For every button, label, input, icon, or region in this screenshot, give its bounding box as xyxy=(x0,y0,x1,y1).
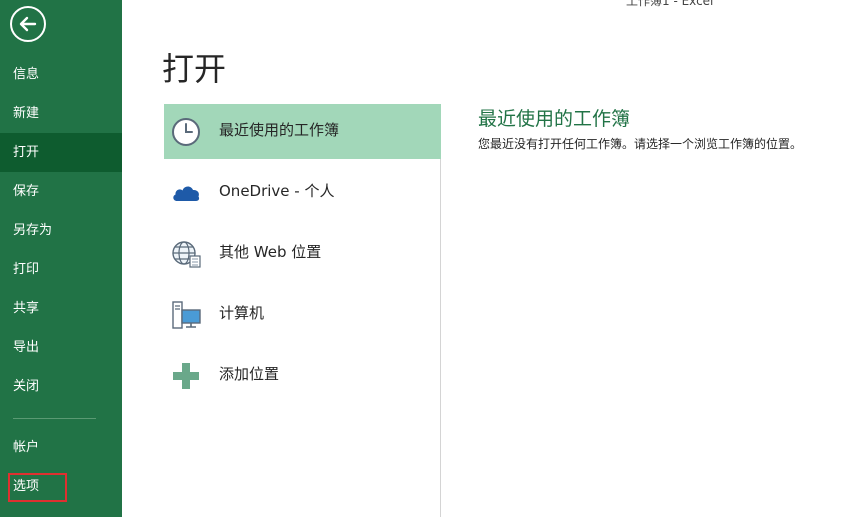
place-other-web-locations[interactable]: 其他 Web 位置 xyxy=(164,226,441,281)
sidebar-divider xyxy=(13,418,96,419)
place-label: 最近使用的工作簿 xyxy=(219,121,340,139)
place-computer[interactable]: 计算机 xyxy=(164,287,441,342)
nav-item-close[interactable]: 关闭 xyxy=(0,367,122,406)
nav-item-print[interactable]: 打印 xyxy=(0,250,122,289)
nav-item-new[interactable]: 新建 xyxy=(0,94,122,133)
place-label: OneDrive - 个人 xyxy=(219,182,335,200)
recent-workbooks-heading: 最近使用的工作簿 xyxy=(478,108,631,130)
nav-item-account[interactable]: 帐户 xyxy=(0,428,122,467)
place-recent-workbooks[interactable]: 最近使用的工作簿 xyxy=(164,104,441,159)
nav-item-export[interactable]: 导出 xyxy=(0,328,122,367)
globe-icon xyxy=(172,241,201,268)
page-title: 打开 xyxy=(162,50,227,88)
clock-icon xyxy=(172,118,200,146)
nav-item-open[interactable]: 打开 xyxy=(0,133,122,172)
nav-item-save-as[interactable]: 另存为 xyxy=(0,211,122,250)
cloud-icon xyxy=(173,186,200,201)
place-add-location[interactable]: 添加位置 xyxy=(164,348,441,403)
back-button[interactable] xyxy=(10,6,46,42)
place-onedrive[interactable]: OneDrive - 个人 xyxy=(164,165,441,220)
backstage-sidebar: 信息 新建 打开 保存 另存为 打印 共享 导出 关闭 帐户 选项 xyxy=(0,0,122,517)
plus-icon xyxy=(173,363,199,389)
place-label: 其他 Web 位置 xyxy=(219,243,322,261)
options-highlight-box xyxy=(8,473,67,502)
recent-workbooks-message: 您最近没有打开任何工作簿。请选择一个浏览工作簿的位置。 xyxy=(478,137,803,151)
nav-item-info[interactable]: 信息 xyxy=(0,55,122,94)
nav-item-save[interactable]: 保存 xyxy=(0,172,122,211)
nav-item-share[interactable]: 共享 xyxy=(0,289,122,328)
computer-icon xyxy=(172,301,201,329)
window-title: 工作簿1 - Excel xyxy=(626,0,714,8)
arrow-left-circle-icon xyxy=(19,16,37,32)
place-label: 添加位置 xyxy=(219,365,280,383)
place-label: 计算机 xyxy=(219,304,265,322)
open-places-list: 最近使用的工作簿 OneDrive - 个人 其他 Web 位置 计算机 添加位… xyxy=(164,104,441,517)
